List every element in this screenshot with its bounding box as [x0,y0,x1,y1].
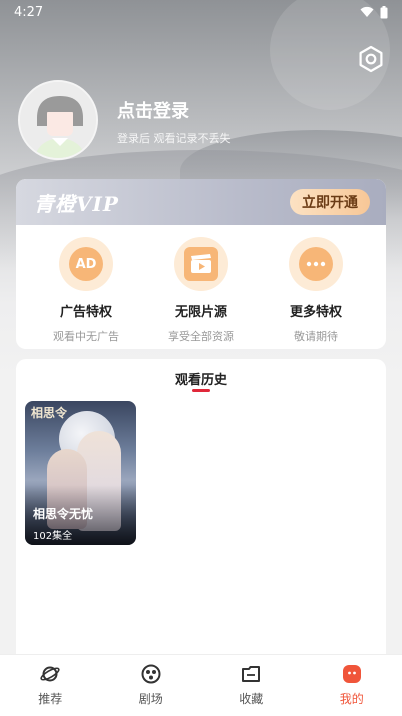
vip-banner[interactable]: 青橙VIP 立即开通 [16,179,386,225]
more-icon [299,247,333,281]
perk-subtitle: 观看中无广告 [53,330,119,343]
wifi-icon [360,6,374,17]
profile-icon [342,665,361,683]
tab-label: 剧场 [138,692,163,706]
login-title[interactable]: 点击登录 [117,97,189,123]
perk-ad-free[interactable]: AD 广告特权 观看中无广告 [30,237,142,344]
tab-label: 收藏 [239,692,264,706]
vip-card: 青橙VIP 立即开通 AD 广告特权 观看中无广告 无限片源 享受全部资源 更多… [16,179,386,349]
ad-icon: AD [69,247,103,281]
history-item[interactable]: 相思令 相思令无忧 102集全 [25,401,136,545]
perk-title: 更多特权 [289,305,342,320]
vip-open-button[interactable]: 立即开通 [290,189,370,215]
clapperboard-icon [184,247,218,281]
battery-icon [380,5,388,18]
history-item-episodes: 102集全 [33,531,73,542]
tab-indicator [192,389,210,392]
perk-subtitle: 敬请期待 [294,330,338,343]
theater-icon [141,664,161,684]
gear-icon [359,45,383,73]
status-bar: 4:27 [0,0,402,24]
status-time: 4:27 [14,4,44,20]
folder-icon [242,666,261,682]
tab-label: 推荐 [38,692,63,706]
perk-unlimited-sources[interactable]: 无限片源 享受全部资源 [145,237,257,344]
bottom-tab-bar: 推荐 剧场 收藏 我的 [0,654,402,716]
planet-icon [40,666,60,682]
history-title[interactable]: 观看历史 [16,369,386,388]
perk-more[interactable]: 更多特权 敬请期待 [260,237,372,344]
login-subtitle: 登录后 观看记录不丢失 [117,132,231,145]
watch-history-section: 观看历史 相思令 相思令无忧 102集全 [16,359,386,659]
vip-logo: 青橙VIP [34,191,119,216]
history-item-title: 相思令无忧 [33,507,94,521]
tab-mine[interactable]: 我的 [312,664,392,707]
perk-title: 无限片源 [174,305,227,320]
tab-recommend[interactable]: 推荐 [10,664,90,707]
tab-label: 我的 [339,692,364,706]
perk-title: 广告特权 [59,305,112,320]
tab-theater[interactable]: 剧场 [111,664,191,707]
tab-favorites[interactable]: 收藏 [211,664,291,707]
perk-subtitle: 享受全部资源 [168,330,234,343]
settings-button[interactable] [356,44,386,74]
poster-calligraphy: 相思令 [31,406,68,420]
vip-perks: AD 广告特权 观看中无广告 无限片源 享受全部资源 更多特权 敬请期待 [16,225,386,344]
avatar[interactable] [18,80,98,160]
